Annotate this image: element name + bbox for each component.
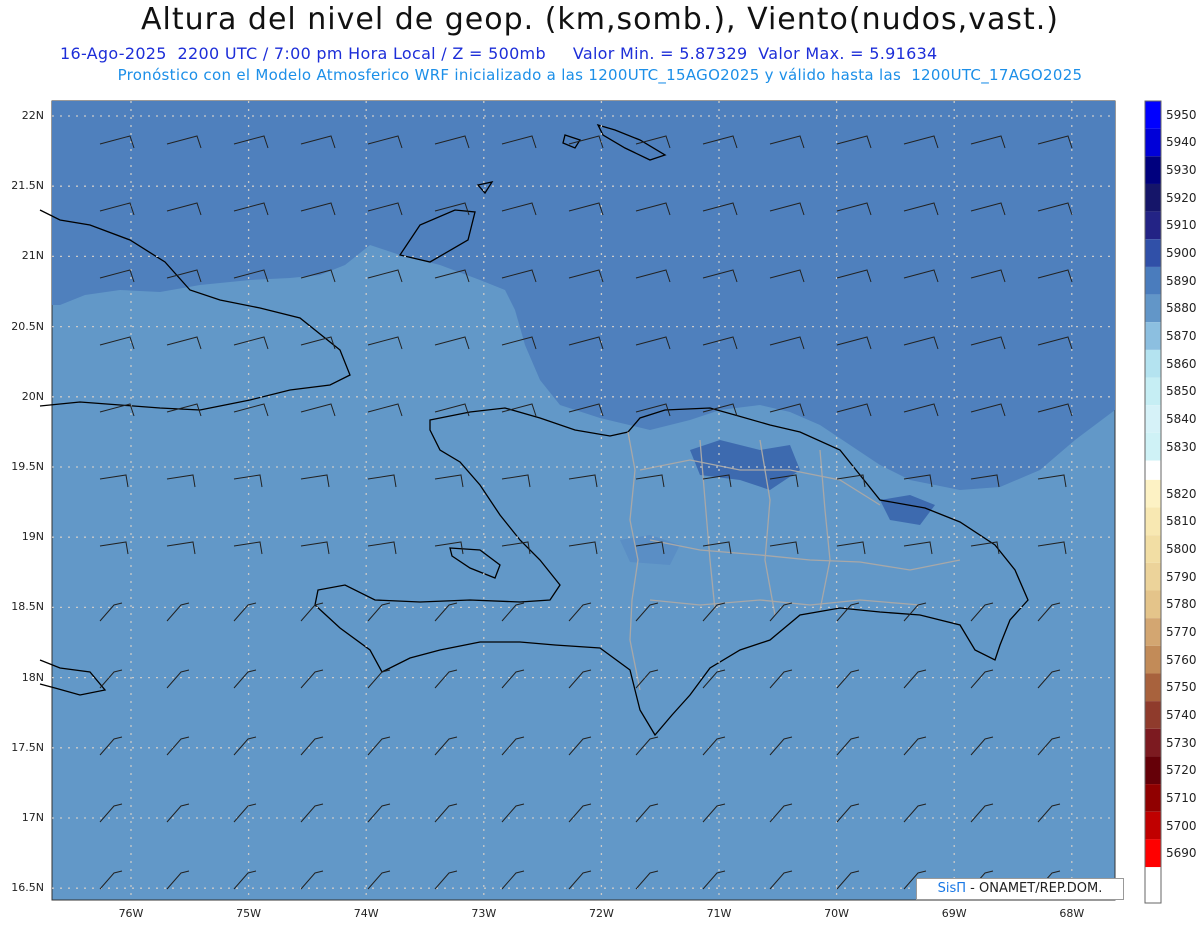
colorbar-level-label: 5800 (1166, 542, 1197, 556)
colorbar-swatch (1145, 294, 1161, 323)
lat-tick-label: 19.5N (11, 460, 44, 473)
colorbar-level-label: 5940 (1166, 135, 1197, 150)
colorbar-swatch (1145, 590, 1161, 619)
lat-tick-label: 17N (21, 811, 44, 824)
colorbar-swatch (1145, 701, 1161, 729)
colorbar-swatch (1145, 349, 1161, 378)
colorbar-swatch (1145, 645, 1161, 674)
colorbar-level-label: 5920 (1166, 190, 1197, 205)
colorbar-level-label: 5930 (1166, 163, 1197, 178)
lat-tick-label: 22N (21, 109, 44, 122)
map-canvas (39, 100, 1162, 904)
colorbar-level-label: 5700 (1166, 818, 1197, 833)
colorbar-swatch (1145, 728, 1161, 757)
colorbar-level-label: 5950 (1166, 107, 1197, 122)
colorbar-swatch (1145, 479, 1161, 508)
colorbar-level-label: 5910 (1166, 218, 1197, 233)
colorbar-swatch (1145, 266, 1161, 295)
lat-tick-label: 17.5N (11, 740, 44, 754)
credit-text: - ONAMET/REP.DOM. (966, 881, 1103, 896)
colorbar-swatch (1145, 562, 1161, 591)
colorbar-swatch (1145, 784, 1161, 812)
colorbar-level-label: 5710 (1166, 790, 1197, 805)
colorbar-level-label: 5840 (1166, 412, 1197, 427)
lon-tick-label: 70W (824, 907, 850, 920)
lon-tick-label: 75W (236, 907, 262, 920)
colorbar-level-label: 5810 (1166, 514, 1197, 529)
colorbar-swatch (1145, 128, 1161, 157)
colorbar-level-label: 5760 (1166, 652, 1197, 667)
colorbar-swatch (1145, 156, 1161, 184)
colorbar-level-label: 5890 (1166, 273, 1197, 288)
lon-tick-label: 74W (353, 907, 379, 920)
colorbar-swatch (1145, 322, 1161, 350)
colorbar-swatch (1145, 535, 1161, 563)
lon-tick-label: 68W (1059, 907, 1085, 920)
lat-tick-label: 21N (21, 249, 44, 263)
lat-tick-label: 21.5N (11, 179, 44, 193)
colorbar-swatch (1145, 432, 1161, 461)
credit-brand: SisΠ (937, 881, 967, 896)
lat-tick-label: 20.5N (11, 319, 44, 333)
colorbar-swatch (1145, 211, 1161, 240)
lat-tick-label: 16.5N (11, 881, 44, 895)
colorbar-level-label: 5900 (1166, 246, 1197, 261)
colorbar-swatch (1145, 239, 1161, 267)
colorbar-level-label: 5740 (1166, 707, 1197, 722)
colorbar-level-label: 5730 (1166, 735, 1197, 750)
lon-tick-label: 72W (588, 907, 614, 920)
lon-tick-label: 76W (118, 907, 144, 920)
colorbar-level-label: 5690 (1166, 846, 1197, 861)
colorbar-swatch (1145, 839, 1161, 868)
colorbar-swatch (1145, 618, 1161, 646)
colorbar-swatch (1145, 377, 1161, 406)
colorbar-level-label: 5830 (1166, 439, 1197, 454)
colorbar-level-label: 5780 (1166, 597, 1197, 612)
colorbar-level-label: 5820 (1166, 486, 1197, 501)
colorbar-swatch (1145, 101, 1161, 129)
colorbar-swatch (1145, 673, 1161, 702)
credit-box: SisΠ - ONAMET/REP.DOM. (916, 878, 1124, 900)
colorbar-level-label: 5790 (1166, 569, 1197, 584)
colorbar-swatch (1145, 811, 1161, 840)
lat-tick-label: 20N (21, 389, 44, 403)
lon-tick-label: 69W (941, 907, 967, 920)
lat-tick-label: 18.5N (11, 600, 44, 614)
colorbar-swatch (1145, 183, 1161, 212)
lon-tick-label: 73W (471, 907, 497, 920)
colorbar-swatch (1145, 756, 1161, 785)
colorbar-level-label: 5870 (1166, 329, 1197, 344)
colorbar-level-label: 5860 (1166, 356, 1197, 371)
lat-tick-label: 19N (21, 530, 44, 544)
colorbar-swatch (1145, 507, 1161, 536)
colorbar-level-label: 5850 (1166, 384, 1197, 399)
colorbar-level-label: 5720 (1166, 763, 1197, 778)
colorbar-level-label: 5750 (1166, 680, 1197, 695)
lat-tick-label: 18N (21, 670, 44, 684)
colorbar-swatch (1145, 405, 1161, 433)
colorbar (1144, 100, 1162, 904)
lon-tick-label: 71W (706, 907, 732, 920)
colorbar-level-label: 5770 (1166, 624, 1197, 639)
colorbar-level-label: 5880 (1166, 301, 1197, 316)
